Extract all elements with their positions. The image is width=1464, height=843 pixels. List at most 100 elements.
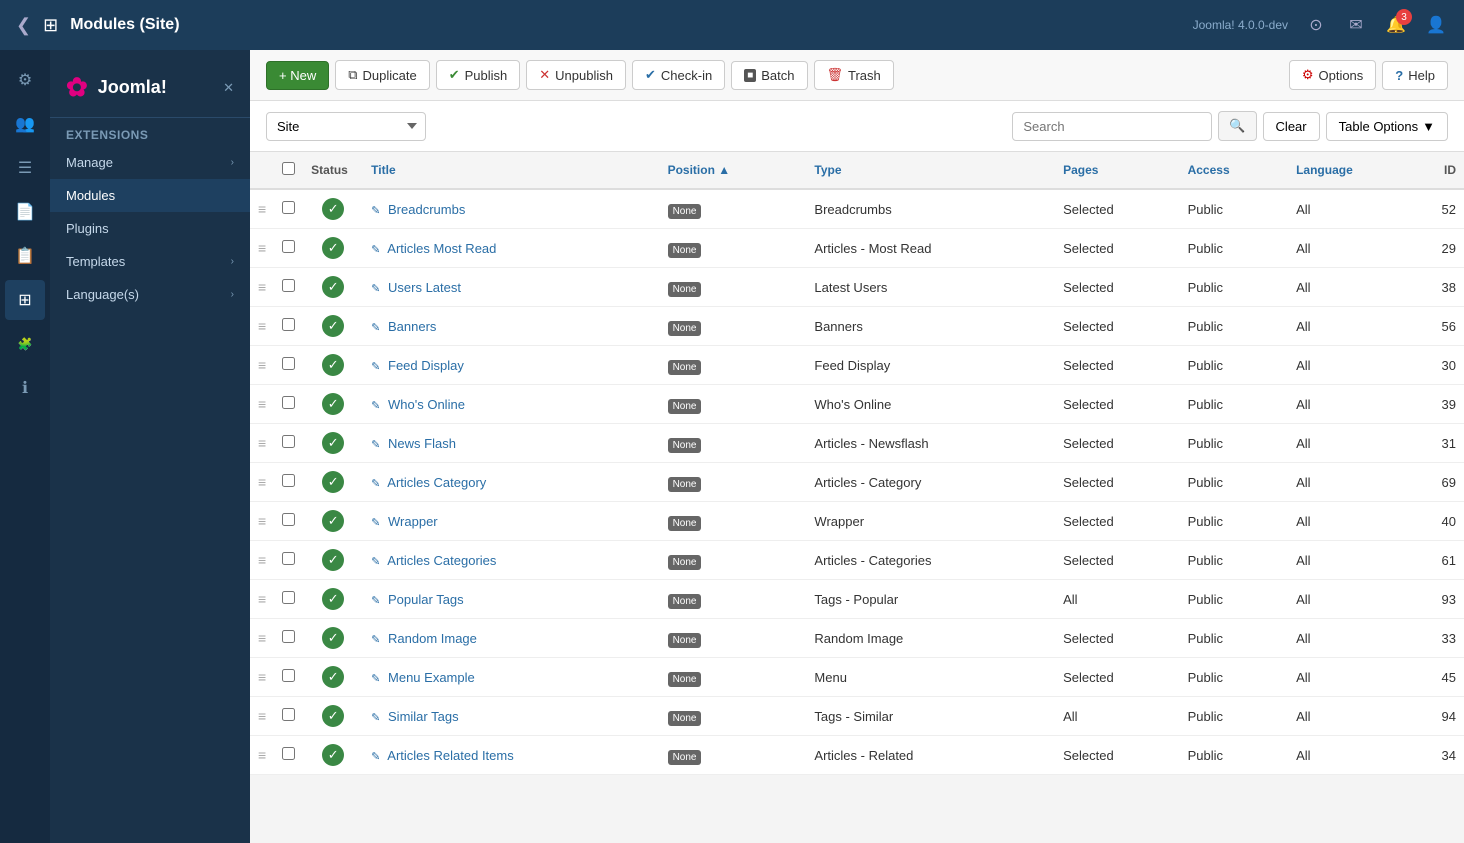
- drag-handle-icon[interactable]: ≡: [258, 240, 266, 256]
- drag-cell[interactable]: ≡: [250, 268, 274, 307]
- drag-cell[interactable]: ≡: [250, 658, 274, 697]
- sidebar-item-manage[interactable]: Manage ›: [50, 146, 250, 179]
- row-checkbox[interactable]: [282, 435, 295, 448]
- sidebar-item-languages[interactable]: Language(s) ›: [50, 278, 250, 311]
- checkin-button[interactable]: ✔ Check-in: [632, 60, 725, 90]
- drag-handle-icon[interactable]: ≡: [258, 474, 266, 490]
- drag-cell[interactable]: ≡: [250, 424, 274, 463]
- drag-cell[interactable]: ≡: [250, 580, 274, 619]
- drag-handle-icon[interactable]: ≡: [258, 318, 266, 334]
- sidebar-item-templates[interactable]: Templates ›: [50, 245, 250, 278]
- drag-handle-icon[interactable]: ≡: [258, 591, 266, 607]
- drag-cell[interactable]: ≡: [250, 229, 274, 268]
- drag-cell[interactable]: ≡: [250, 189, 274, 229]
- table-options-button[interactable]: Table Options ▼: [1326, 112, 1448, 141]
- trash-button[interactable]: 🗑 Trash: [814, 60, 894, 90]
- module-title-link[interactable]: Banners: [388, 319, 436, 334]
- drag-cell[interactable]: ≡: [250, 463, 274, 502]
- row-checkbox[interactable]: [282, 747, 295, 760]
- module-title-link[interactable]: Breadcrumbs: [388, 202, 465, 217]
- sidebar-icon-menu[interactable]: ☰: [5, 148, 45, 188]
- row-checkbox[interactable]: [282, 552, 295, 565]
- th-id[interactable]: ID: [1424, 152, 1464, 189]
- unpublish-button[interactable]: ✕ Unpublish: [526, 60, 626, 90]
- module-title-link[interactable]: Feed Display: [388, 358, 464, 373]
- sidebar-icon-content[interactable]: 📄: [5, 192, 45, 232]
- drag-handle-icon[interactable]: ≡: [258, 552, 266, 568]
- th-access[interactable]: Access: [1180, 152, 1289, 189]
- drag-cell[interactable]: ≡: [250, 736, 274, 775]
- sidebar-icon-components[interactable]: 📋: [5, 236, 45, 276]
- drag-cell[interactable]: ≡: [250, 307, 274, 346]
- sidebar-icon-users[interactable]: 👥: [5, 104, 45, 144]
- module-title-link[interactable]: Articles Categories: [387, 553, 496, 568]
- row-checkbox[interactable]: [282, 708, 295, 721]
- accessibility-icon[interactable]: ⊙: [1304, 13, 1328, 37]
- row-checkbox[interactable]: [282, 630, 295, 643]
- sidebar-item-modules[interactable]: Modules: [50, 179, 250, 212]
- drag-handle-icon[interactable]: ≡: [258, 669, 266, 685]
- mail-icon[interactable]: ✉: [1344, 13, 1368, 37]
- drag-handle-icon[interactable]: ≡: [258, 279, 266, 295]
- search-input[interactable]: [1012, 112, 1212, 141]
- row-checkbox[interactable]: [282, 591, 295, 604]
- sidebar-icon-info[interactable]: ℹ: [5, 368, 45, 408]
- user-icon[interactable]: 👤: [1424, 13, 1448, 37]
- drag-cell[interactable]: ≡: [250, 502, 274, 541]
- drag-handle-icon[interactable]: ≡: [258, 630, 266, 646]
- status-published-icon[interactable]: ✓: [322, 705, 344, 727]
- status-published-icon[interactable]: ✓: [322, 198, 344, 220]
- status-published-icon[interactable]: ✓: [322, 237, 344, 259]
- status-published-icon[interactable]: ✓: [322, 471, 344, 493]
- module-title-link[interactable]: Random Image: [388, 631, 477, 646]
- batch-button[interactable]: ■ Batch: [731, 61, 807, 90]
- status-published-icon[interactable]: ✓: [322, 744, 344, 766]
- module-title-link[interactable]: Who's Online: [388, 397, 465, 412]
- drag-handle-icon[interactable]: ≡: [258, 747, 266, 763]
- th-title[interactable]: Title: [363, 152, 659, 189]
- site-filter-select[interactable]: Site Administrator: [266, 112, 426, 141]
- drag-handle-icon[interactable]: ≡: [258, 513, 266, 529]
- drag-cell[interactable]: ≡: [250, 346, 274, 385]
- duplicate-button[interactable]: ⧉ Duplicate: [335, 60, 430, 90]
- module-title-link[interactable]: Users Latest: [388, 280, 461, 295]
- module-title-link[interactable]: Articles Category: [387, 475, 486, 490]
- options-button[interactable]: ⚙ Options: [1289, 60, 1376, 90]
- status-published-icon[interactable]: ✓: [322, 627, 344, 649]
- status-published-icon[interactable]: ✓: [322, 432, 344, 454]
- status-published-icon[interactable]: ✓: [322, 276, 344, 298]
- drag-cell[interactable]: ≡: [250, 385, 274, 424]
- sidebar-icon-plugins[interactable]: 🧩: [5, 324, 45, 364]
- select-all-checkbox[interactable]: [282, 162, 295, 175]
- row-checkbox[interactable]: [282, 474, 295, 487]
- close-sidebar-icon[interactable]: ✕: [223, 80, 234, 96]
- publish-button[interactable]: ✔ Publish: [436, 60, 521, 90]
- th-position[interactable]: Position ▲: [660, 152, 807, 189]
- notification-icon[interactable]: 🔔 3: [1384, 13, 1408, 37]
- drag-handle-icon[interactable]: ≡: [258, 396, 266, 412]
- module-title-link[interactable]: Menu Example: [388, 670, 475, 685]
- drag-handle-icon[interactable]: ≡: [258, 357, 266, 373]
- status-published-icon[interactable]: ✓: [322, 549, 344, 571]
- status-published-icon[interactable]: ✓: [322, 393, 344, 415]
- row-checkbox[interactable]: [282, 279, 295, 292]
- drag-handle-icon[interactable]: ≡: [258, 201, 266, 217]
- status-published-icon[interactable]: ✓: [322, 354, 344, 376]
- collapse-sidebar-icon[interactable]: ❮: [16, 15, 31, 36]
- module-title-link[interactable]: Articles Most Read: [387, 241, 496, 256]
- module-title-link[interactable]: Popular Tags: [388, 592, 464, 607]
- drag-handle-icon[interactable]: ≡: [258, 708, 266, 724]
- th-type[interactable]: Type: [806, 152, 1055, 189]
- row-checkbox[interactable]: [282, 669, 295, 682]
- drag-handle-icon[interactable]: ≡: [258, 435, 266, 451]
- sidebar-icon-settings[interactable]: ⚙: [5, 60, 45, 100]
- module-title-link[interactable]: News Flash: [388, 436, 456, 451]
- help-button[interactable]: ? Help: [1382, 61, 1448, 90]
- sidebar-item-plugins[interactable]: Plugins: [50, 212, 250, 245]
- module-title-link[interactable]: Similar Tags: [388, 709, 459, 724]
- status-published-icon[interactable]: ✓: [322, 510, 344, 532]
- drag-cell[interactable]: ≡: [250, 697, 274, 736]
- row-checkbox[interactable]: [282, 396, 295, 409]
- drag-cell[interactable]: ≡: [250, 619, 274, 658]
- row-checkbox[interactable]: [282, 513, 295, 526]
